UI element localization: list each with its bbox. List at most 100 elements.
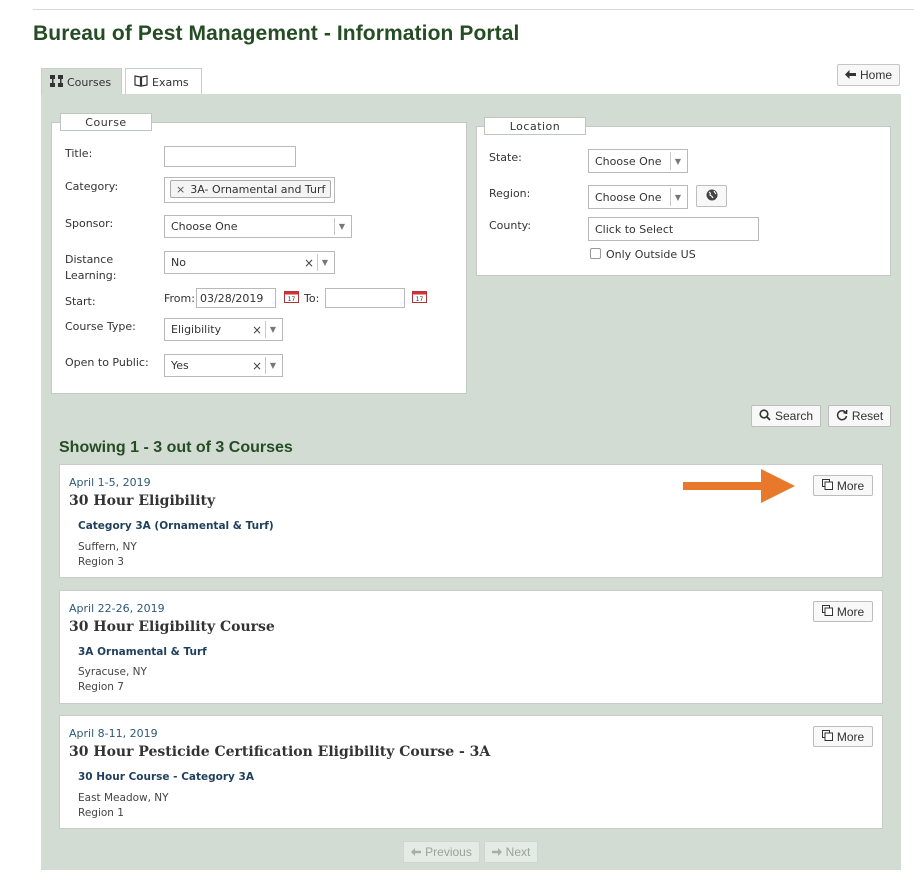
next-button[interactable]: Next (484, 841, 538, 863)
chevron-down-icon: ▼ (317, 254, 332, 271)
copy-icon (821, 729, 833, 744)
course-city: Suffern, NY (78, 541, 137, 553)
course-legend: Course (60, 113, 152, 131)
chevron-down-icon: ▼ (670, 152, 685, 170)
category-tag-label: 3A- Ornamental and Turf (190, 182, 326, 196)
course-title[interactable]: 30 Hour Eligibility (69, 493, 215, 509)
results-heading: Showing 1 - 3 out of 3 Courses (59, 439, 293, 456)
course-region: Region 1 (78, 807, 124, 819)
region-value: Choose One (595, 190, 662, 204)
globe-icon (706, 189, 718, 204)
course-date: April 8-11, 2019 (69, 727, 158, 740)
region-select[interactable]: Choose One ▼ (588, 185, 688, 209)
annotation-arrow-icon (683, 469, 795, 503)
category-tag[interactable]: × 3A- Ornamental and Turf (170, 180, 332, 198)
copy-icon (821, 478, 833, 493)
chevron-down-icon: ▼ (265, 321, 280, 338)
search-button-label: Search (774, 409, 814, 423)
distance-value: No (171, 256, 186, 269)
sponsor-select[interactable]: Choose One ▼ (164, 215, 352, 238)
more-button-label: More (836, 478, 865, 493)
more-button[interactable]: More (813, 475, 873, 496)
county-label: County: (489, 219, 532, 232)
search-button[interactable]: Search (751, 405, 821, 427)
chevron-down-icon: ▼ (334, 218, 349, 235)
sponsor-label: Sponsor: (65, 217, 114, 230)
svg-text:17: 17 (416, 296, 424, 303)
distance-learning-select[interactable]: No × ▼ (164, 251, 335, 274)
course-type-value: Eligibility (171, 323, 222, 336)
to-label: To: (304, 292, 320, 305)
region-label: Region: (489, 187, 531, 200)
search-icon (759, 408, 771, 424)
tab-courses[interactable]: Courses (41, 68, 122, 95)
distance-label-line1: Distance (65, 253, 114, 266)
tab-exams[interactable]: Exams (125, 68, 202, 95)
sitemap-icon (50, 74, 63, 90)
calendar-icon[interactable]: 17 (412, 290, 427, 303)
course-date: April 22-26, 2019 (69, 602, 165, 615)
start-from-input[interactable]: 03/28/2019 (196, 288, 276, 308)
open-public-value: Yes (171, 359, 189, 372)
county-select[interactable]: Click to Select (588, 217, 759, 241)
more-button[interactable]: More (813, 726, 873, 747)
copy-icon (821, 604, 833, 619)
course-category: 3A Ornamental & Turf (78, 646, 207, 658)
state-select[interactable]: Choose One ▼ (588, 149, 688, 173)
chevron-down-icon: ▼ (265, 357, 280, 374)
page-title: Bureau of Pest Management - Information … (33, 22, 520, 45)
state-value: Choose One (595, 154, 662, 168)
outside-us-label: Only Outside US (606, 248, 696, 261)
distance-label-line2: Learning: (65, 269, 117, 282)
tab-courses-label: Courses (67, 75, 112, 89)
previous-button[interactable]: Previous (403, 841, 480, 863)
remove-tag-icon[interactable]: × (176, 183, 185, 196)
course-type-select[interactable]: Eligibility × ▼ (164, 318, 283, 341)
clear-icon[interactable]: × (304, 256, 314, 270)
clear-icon[interactable]: × (252, 323, 262, 337)
title-label: Title: (65, 147, 93, 160)
calendar-icon[interactable]: 17 (284, 290, 299, 303)
more-button[interactable]: More (813, 601, 873, 622)
open-public-select[interactable]: Yes × ▼ (164, 354, 283, 377)
chevron-down-icon: ▼ (670, 188, 685, 206)
refresh-icon (836, 409, 848, 424)
svg-text:17: 17 (288, 296, 296, 303)
arrow-left-icon (411, 845, 422, 859)
course-category: 30 Hour Course - Category 3A (78, 771, 254, 783)
outside-us-checkbox[interactable] (590, 248, 601, 259)
start-label: Start: (65, 295, 96, 308)
course-card: April 8-11, 2019 30 Hour Pesticide Certi… (59, 715, 883, 829)
tab-exams-label: Exams (152, 75, 189, 89)
more-button-label: More (836, 729, 865, 744)
title-input[interactable] (164, 146, 296, 167)
location-legend: Location (484, 117, 586, 135)
more-button-label: More (836, 604, 865, 619)
course-region: Region 3 (78, 556, 124, 568)
course-date: April 1-5, 2019 (69, 476, 151, 489)
clear-icon[interactable]: × (252, 359, 262, 373)
book-icon (134, 74, 148, 90)
course-category: Category 3A (Ornamental & Turf) (78, 520, 274, 532)
home-button[interactable]: Home (837, 64, 900, 86)
top-divider (33, 9, 914, 10)
region-map-button[interactable] (696, 185, 727, 207)
course-city: East Meadow, NY (78, 792, 169, 804)
from-label: From: (164, 292, 195, 305)
open-public-label: Open to Public: (65, 356, 149, 369)
home-button-label: Home (859, 68, 892, 82)
course-type-label: Course Type: (65, 320, 136, 333)
course-title[interactable]: 30 Hour Eligibility Course (69, 619, 275, 635)
start-to-input[interactable] (325, 288, 405, 308)
previous-label: Previous (425, 845, 472, 859)
next-label: Next (505, 845, 531, 859)
arrow-left-icon (844, 68, 856, 82)
course-title[interactable]: 30 Hour Pesticide Certification Eligibil… (69, 744, 490, 760)
course-card: April 22-26, 2019 30 Hour Eligibility Co… (59, 590, 883, 704)
arrow-right-icon (491, 845, 502, 859)
course-region: Region 7 (78, 681, 124, 693)
reset-button[interactable]: Reset (828, 405, 891, 427)
course-city: Syracuse, NY (78, 666, 147, 678)
category-label: Category: (65, 180, 119, 193)
sponsor-value: Choose One (171, 220, 238, 233)
